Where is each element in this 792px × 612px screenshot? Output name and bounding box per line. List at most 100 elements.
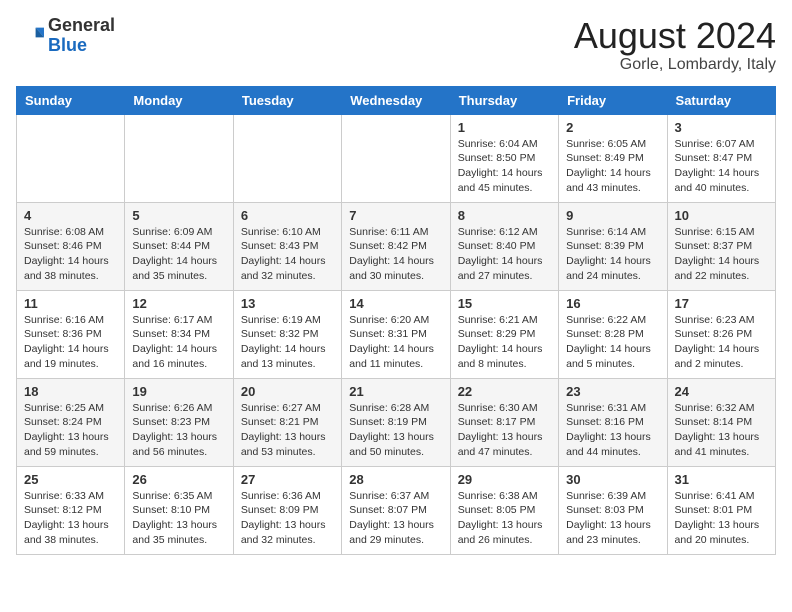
day-info: Sunrise: 6:09 AM Sunset: 8:44 PM Dayligh… — [132, 225, 225, 284]
calendar-cell: 14Sunrise: 6:20 AM Sunset: 8:31 PM Dayli… — [342, 290, 450, 378]
day-number: 13 — [241, 296, 334, 311]
day-number: 6 — [241, 208, 334, 223]
logo-blue-text: Blue — [48, 35, 87, 55]
day-header-saturday: Saturday — [667, 86, 775, 114]
day-header-tuesday: Tuesday — [233, 86, 341, 114]
day-number: 14 — [349, 296, 442, 311]
logo: General Blue — [16, 16, 115, 56]
day-info: Sunrise: 6:30 AM Sunset: 8:17 PM Dayligh… — [458, 401, 551, 460]
calendar-week-row: 11 Sunrise: 6:16 AM Sunset: 8:36 PM Dayli… — [17, 290, 776, 378]
day-info: Sunrise: 6:14 AM Sunset: 8:39 PM Dayligh… — [566, 225, 659, 284]
calendar-cell: 4 Sunrise: 6:08 AM Sunset: 8:46 PM Daylig… — [17, 202, 125, 290]
calendar-cell: 2 Sunrise: 6:05 AM Sunset: 8:49 PM Daylig… — [559, 114, 667, 202]
day-info: Sunrise: 6:21 AM Sunset: 8:29 PM Dayligh… — [458, 313, 551, 372]
calendar-cell: 19Sunrise: 6:26 AM Sunset: 8:23 PM Dayli… — [125, 378, 233, 466]
day-number: 16 — [566, 296, 659, 311]
day-number: 27 — [241, 472, 334, 487]
day-header-friday: Friday — [559, 86, 667, 114]
calendar-cell: 6 Sunrise: 6:10 AM Sunset: 8:43 PM Daylig… — [233, 202, 341, 290]
day-number: 24 — [675, 384, 768, 399]
calendar-cell: 26 Sunrise: 6:35 AM Sunset: 8:10 PM Dayli… — [125, 466, 233, 554]
day-info: Sunrise: 6:39 AM Sunset: 8:03 PM Dayligh… — [566, 489, 659, 548]
calendar-header-row: SundayMondayTuesdayWednesdayThursdayFrid… — [17, 86, 776, 114]
day-info: Sunrise: 6:22 AM Sunset: 8:28 PM Dayligh… — [566, 313, 659, 372]
calendar-cell: 1 Sunrise: 6:04 AM Sunset: 8:50 PM Daylig… — [450, 114, 558, 202]
day-number: 5 — [132, 208, 225, 223]
day-info: Sunrise: 6:35 AM Sunset: 8:10 PM Dayligh… — [132, 489, 225, 548]
day-number: 20 — [241, 384, 334, 399]
day-number: 17 — [675, 296, 768, 311]
day-info: Sunrise: 6:36 AM Sunset: 8:09 PM Dayligh… — [241, 489, 334, 548]
month-year-title: August 2024 — [574, 16, 776, 56]
page-header: General Blue August 2024 Gorle, Lombardy… — [16, 16, 776, 74]
location-subtitle: Gorle, Lombardy, Italy — [574, 56, 776, 74]
day-number: 8 — [458, 208, 551, 223]
calendar-cell: 23 Sunrise: 6:31 AM Sunset: 8:16 PM Dayli… — [559, 378, 667, 466]
calendar-cell: 28 Sunrise: 6:37 AM Sunset: 8:07 PM Dayli… — [342, 466, 450, 554]
day-number: 4 — [24, 208, 117, 223]
day-number: 3 — [675, 120, 768, 135]
day-info: Sunrise: 6:31 AM Sunset: 8:16 PM Dayligh… — [566, 401, 659, 460]
calendar-cell: 12Sunrise: 6:17 AM Sunset: 8:34 PM Dayli… — [125, 290, 233, 378]
day-number: 30 — [566, 472, 659, 487]
day-info: Sunrise: 6:41 AM Sunset: 8:01 PM Dayligh… — [675, 489, 768, 548]
calendar-table: SundayMondayTuesdayWednesdayThursdayFrid… — [16, 86, 776, 555]
calendar-week-row: 25Sunrise: 6:33 AM Sunset: 8:12 PM Dayli… — [17, 466, 776, 554]
generalblue-logo-icon — [16, 22, 44, 50]
calendar-cell: 22 Sunrise: 6:30 AM Sunset: 8:17 PM Dayli… — [450, 378, 558, 466]
day-info: Sunrise: 6:32 AM Sunset: 8:14 PM Dayligh… — [675, 401, 768, 460]
day-info: Sunrise: 6:15 AM Sunset: 8:37 PM Dayligh… — [675, 225, 768, 284]
day-info: Sunrise: 6:05 AM Sunset: 8:49 PM Dayligh… — [566, 137, 659, 196]
day-info: Sunrise: 6:16 AM Sunset: 8:36 PM Dayligh… — [24, 313, 117, 372]
day-number: 22 — [458, 384, 551, 399]
day-info: Sunrise: 6:25 AM Sunset: 8:24 PM Dayligh… — [24, 401, 117, 460]
day-info: Sunrise: 6:04 AM Sunset: 8:50 PM Dayligh… — [458, 137, 551, 196]
day-number: 9 — [566, 208, 659, 223]
day-info: Sunrise: 6:28 AM Sunset: 8:19 PM Dayligh… — [349, 401, 442, 460]
calendar-cell: 7Sunrise: 6:11 AM Sunset: 8:42 PM Daylig… — [342, 202, 450, 290]
day-number: 1 — [458, 120, 551, 135]
day-number: 15 — [458, 296, 551, 311]
day-number: 29 — [458, 472, 551, 487]
calendar-cell: 5 Sunrise: 6:09 AM Sunset: 8:44 PM Daylig… — [125, 202, 233, 290]
calendar-cell: 16 Sunrise: 6:22 AM Sunset: 8:28 PM Dayli… — [559, 290, 667, 378]
day-info: Sunrise: 6:37 AM Sunset: 8:07 PM Dayligh… — [349, 489, 442, 548]
calendar-cell: 29 Sunrise: 6:38 AM Sunset: 8:05 PM Dayli… — [450, 466, 558, 554]
day-number: 26 — [132, 472, 225, 487]
calendar-cell — [17, 114, 125, 202]
day-info: Sunrise: 6:38 AM Sunset: 8:05 PM Dayligh… — [458, 489, 551, 548]
calendar-cell: 17 Sunrise: 6:23 AM Sunset: 8:26 PM Dayli… — [667, 290, 775, 378]
day-info: Sunrise: 6:27 AM Sunset: 8:21 PM Dayligh… — [241, 401, 334, 460]
day-info: Sunrise: 6:12 AM Sunset: 8:40 PM Dayligh… — [458, 225, 551, 284]
day-info: Sunrise: 6:10 AM Sunset: 8:43 PM Dayligh… — [241, 225, 334, 284]
day-info: Sunrise: 6:19 AM Sunset: 8:32 PM Dayligh… — [241, 313, 334, 372]
day-info: Sunrise: 6:23 AM Sunset: 8:26 PM Dayligh… — [675, 313, 768, 372]
calendar-cell: 25Sunrise: 6:33 AM Sunset: 8:12 PM Dayli… — [17, 466, 125, 554]
day-number: 23 — [566, 384, 659, 399]
day-info: Sunrise: 6:17 AM Sunset: 8:34 PM Dayligh… — [132, 313, 225, 372]
day-info: Sunrise: 6:11 AM Sunset: 8:42 PM Dayligh… — [349, 225, 442, 284]
calendar-cell: 9 Sunrise: 6:14 AM Sunset: 8:39 PM Daylig… — [559, 202, 667, 290]
calendar-cell: 15 Sunrise: 6:21 AM Sunset: 8:29 PM Dayli… — [450, 290, 558, 378]
day-number: 21 — [349, 384, 442, 399]
calendar-week-row: 18 Sunrise: 6:25 AM Sunset: 8:24 PM Dayli… — [17, 378, 776, 466]
day-info: Sunrise: 6:07 AM Sunset: 8:47 PM Dayligh… — [675, 137, 768, 196]
day-info: Sunrise: 6:33 AM Sunset: 8:12 PM Dayligh… — [24, 489, 117, 548]
day-number: 11 — [24, 296, 117, 311]
calendar-cell — [233, 114, 341, 202]
calendar-week-row: 1 Sunrise: 6:04 AM Sunset: 8:50 PM Daylig… — [17, 114, 776, 202]
calendar-cell: 8 Sunrise: 6:12 AM Sunset: 8:40 PM Daylig… — [450, 202, 558, 290]
day-number: 28 — [349, 472, 442, 487]
day-header-sunday: Sunday — [17, 86, 125, 114]
day-header-wednesday: Wednesday — [342, 86, 450, 114]
day-number: 10 — [675, 208, 768, 223]
day-number: 19 — [132, 384, 225, 399]
calendar-cell: 31Sunrise: 6:41 AM Sunset: 8:01 PM Dayli… — [667, 466, 775, 554]
day-info: Sunrise: 6:08 AM Sunset: 8:46 PM Dayligh… — [24, 225, 117, 284]
calendar-cell: 24 Sunrise: 6:32 AM Sunset: 8:14 PM Dayli… — [667, 378, 775, 466]
day-number: 18 — [24, 384, 117, 399]
day-header-monday: Monday — [125, 86, 233, 114]
calendar-cell — [125, 114, 233, 202]
calendar-cell: 10 Sunrise: 6:15 AM Sunset: 8:37 PM Dayli… — [667, 202, 775, 290]
day-number: 2 — [566, 120, 659, 135]
